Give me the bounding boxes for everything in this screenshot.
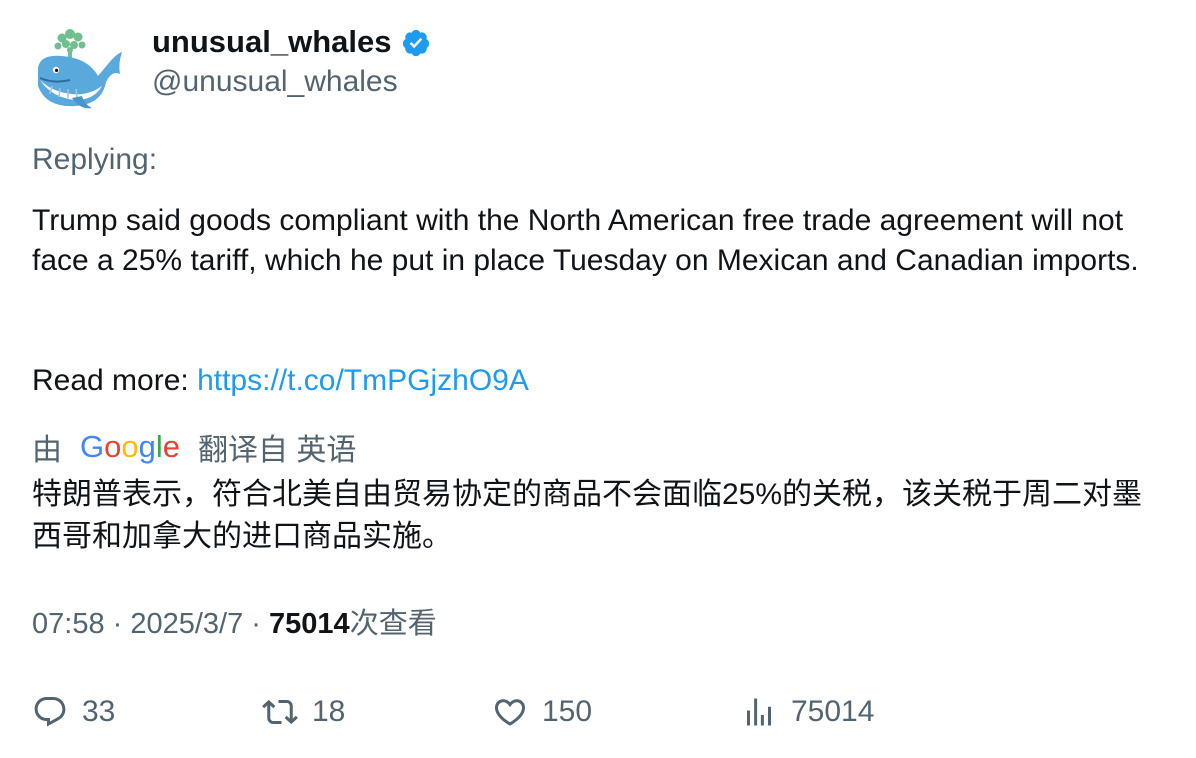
tweet-date[interactable]: 2025/3/7 [130, 608, 243, 640]
reply-icon [34, 697, 66, 727]
views-label: 次查看 [349, 608, 437, 640]
meta-separator: · [243, 608, 270, 640]
views-action-count: 75014 [791, 695, 875, 728]
analytics-icon [747, 698, 771, 726]
retweet-icon [262, 699, 298, 725]
like-count: 150 [542, 695, 593, 728]
retweet-button[interactable]: 18 [262, 690, 345, 734]
reply-count: 33 [82, 695, 116, 728]
tweet-text: Trump said goods compliant with the Nort… [32, 204, 1139, 277]
author-display-name-text: unusual_whales [152, 24, 392, 59]
replying-label: Replying: [32, 143, 158, 176]
verified-badge-icon [403, 29, 430, 57]
views-button[interactable]: 75014 [741, 690, 874, 734]
tweet-meta: 07:58 · 2025/3/7 · 75014次查看 [32, 604, 437, 644]
heart-icon [494, 699, 526, 726]
reply-button[interactable]: 33 [32, 690, 115, 734]
meta-separator: · [104, 608, 131, 640]
like-button[interactable]: 150 [492, 690, 592, 734]
translated-text: 特朗普表示，符合北美自由贸易协定的商品不会面临25%的关税，该关税于周二对墨西哥… [32, 478, 1143, 553]
read-more-line: Read more: https://t.co/TmPGjzhO9A [32, 361, 529, 401]
author-display-name[interactable]: unusual_whales [152, 22, 431, 62]
tweet-card: unusual_whales @unusual_whales Replying:… [0, 0, 1196, 758]
read-more-label: Read more: [32, 364, 198, 397]
translation-by-label: 由 [32, 434, 62, 467]
views-count: 75014 [269, 608, 350, 640]
author-handle[interactable]: @unusual_whales [152, 62, 398, 102]
tweet-time[interactable]: 07:58 [32, 608, 105, 640]
avatar[interactable] [32, 24, 128, 114]
svg-text:Google: Google [80, 429, 180, 464]
translation-from-label[interactable]: 翻译自 英语 [198, 425, 356, 469]
translation-attribution: 由 Google 翻译自 英语 [32, 426, 356, 468]
google-logo-icon: Google [80, 429, 180, 464]
whale-logo-icon [38, 29, 122, 109]
tweet-link[interactable]: https://t.co/TmPGjzhO9A [197, 364, 529, 397]
retweet-count: 18 [312, 695, 346, 728]
